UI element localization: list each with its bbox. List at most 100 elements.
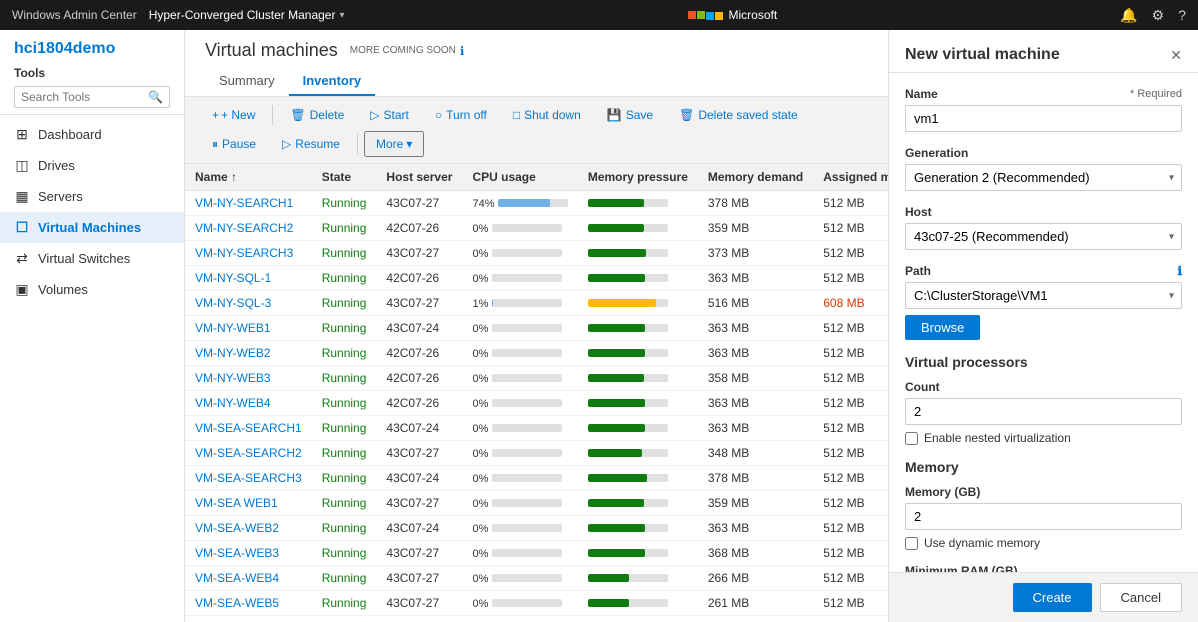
- vm-cpu: 0%: [462, 566, 577, 591]
- save-icon: 💾: [607, 108, 622, 122]
- vm-name-link[interactable]: VM-SEA-WEB5: [195, 596, 279, 610]
- sidebar-item-virtual-switches[interactable]: ⇄ Virtual Switches: [0, 243, 184, 274]
- col-mem-demand: Memory demand: [698, 164, 813, 191]
- vm-memory-pressure: [578, 216, 698, 241]
- save-button[interactable]: 💾 Save: [596, 103, 664, 127]
- vm-name-link[interactable]: VM-SEA-WEB3: [195, 546, 279, 560]
- vm-name-link[interactable]: VM-NY-WEB1: [195, 321, 271, 335]
- vm-name-link[interactable]: VM-NY-SQL-1: [195, 271, 271, 285]
- sidebar-item-virtual-machines[interactable]: ☐ Virtual Machines: [0, 212, 184, 243]
- vp-section-title: Virtual processors: [905, 354, 1182, 370]
- start-button[interactable]: ▷ Start: [359, 103, 420, 127]
- pause-button[interactable]: ⏸ Pause: [201, 132, 267, 157]
- new-vm-panel: New virtual machine ✕ Name * Required Ge…: [888, 30, 1198, 622]
- sidebar-item-dashboard[interactable]: ⊞ Dashboard: [0, 119, 184, 150]
- vm-name-link[interactable]: VM-NY-SQL-3: [195, 296, 271, 310]
- vm-memory-demand: 359 MB: [698, 216, 813, 241]
- sidebar-item-label: Virtual Switches: [38, 251, 130, 266]
- table-row: vm-test-1Stopped43C07-27---: [185, 616, 888, 622]
- table-row: VM-SEA WEB1Running43C07-270% 359 MB512 M…: [185, 491, 888, 516]
- count-label: Count: [905, 380, 1182, 394]
- vm-cpu: 0%: [462, 516, 577, 541]
- col-mem-pressure: Memory pressure: [578, 164, 698, 191]
- sidebar-item-drives[interactable]: ◫ Drives: [0, 150, 184, 181]
- panel-body: Name * Required Generation Generation 2 …: [889, 73, 1198, 572]
- vm-name-link[interactable]: VM-SEA-SEARCH2: [195, 446, 302, 460]
- vm-assigned-memory: 512 MB: [813, 266, 888, 291]
- settings-icon[interactable]: ⚙: [1152, 7, 1165, 24]
- create-button[interactable]: Create: [1013, 583, 1092, 612]
- vm-assigned-memory: 512 MB: [813, 466, 888, 491]
- col-name[interactable]: Name ↑: [185, 164, 312, 191]
- vm-memory-pressure: [578, 316, 698, 341]
- search-icon[interactable]: 🔍: [148, 90, 163, 104]
- memory-input[interactable]: [905, 503, 1182, 530]
- vm-name-link[interactable]: VM-NY-WEB3: [195, 371, 271, 385]
- tab-summary[interactable]: Summary: [205, 67, 289, 96]
- vm-name-link[interactable]: VM-NY-SEARCH2: [195, 221, 293, 235]
- generation-select[interactable]: Generation 2 (Recommended) Generation 1: [905, 164, 1182, 191]
- tab-inventory[interactable]: Inventory: [289, 67, 376, 96]
- delete-saved-button[interactable]: 🗑 Delete saved state: [668, 103, 809, 127]
- vm-name-link[interactable]: VM-SEA WEB1: [195, 496, 278, 510]
- col-assigned-mem: Assigned me...: [813, 164, 888, 191]
- vm-name-link[interactable]: VM-NY-SEARCH1: [195, 196, 293, 210]
- vm-assigned-memory: 512 MB: [813, 416, 888, 441]
- page-header: Virtual machines MORE COMING SOON ℹ Summ…: [185, 30, 888, 97]
- vm-memory-pressure: [578, 466, 698, 491]
- help-icon[interactable]: ?: [1178, 7, 1186, 23]
- delete-saved-icon: 🗑: [679, 108, 694, 122]
- search-box[interactable]: 🔍: [14, 86, 170, 108]
- panel-close-icon[interactable]: ✕: [1170, 47, 1182, 64]
- shutdown-button[interactable]: □ Shut down: [502, 103, 592, 127]
- vm-name-link[interactable]: VM-SEA-WEB2: [195, 521, 279, 535]
- vm-memory-demand: 363 MB: [698, 316, 813, 341]
- cancel-button[interactable]: Cancel: [1100, 583, 1182, 612]
- vm-name-link[interactable]: VM-NY-WEB2: [195, 346, 271, 360]
- name-input[interactable]: [905, 105, 1182, 132]
- vm-memory-demand: 363 MB: [698, 341, 813, 366]
- vm-assigned-memory: 512 MB: [813, 541, 888, 566]
- resume-button[interactable]: ▷ Resume: [271, 132, 351, 156]
- vm-name-link[interactable]: VM-SEA-WEB4: [195, 571, 279, 585]
- memory-gb-field-group: Memory (GB) Use dynamic memory: [905, 485, 1182, 550]
- vm-cpu: 0%: [462, 266, 577, 291]
- vm-name-link[interactable]: VM-NY-WEB4: [195, 396, 271, 410]
- vm-memory-pressure: [578, 591, 698, 616]
- dynamic-mem-checkbox[interactable]: [905, 537, 918, 550]
- vm-state: Running: [312, 291, 377, 316]
- vm-name-link[interactable]: VM-SEA-SEARCH1: [195, 421, 302, 435]
- new-button[interactable]: + + New: [201, 103, 266, 127]
- count-input[interactable]: [905, 398, 1182, 425]
- tools-label: Tools: [14, 66, 170, 80]
- sidebar-item-volumes[interactable]: ▣ Volumes: [0, 274, 184, 305]
- nested-virt-checkbox[interactable]: [905, 432, 918, 445]
- name-field-group: Name * Required: [905, 87, 1182, 132]
- vm-memory-demand: 363 MB: [698, 266, 813, 291]
- browse-button[interactable]: Browse: [905, 315, 980, 340]
- vm-name-link[interactable]: VM-NY-SEARCH3: [195, 246, 293, 260]
- vm-host: 43C07-27: [376, 591, 462, 616]
- toolbar: + + New 🗑 Delete ▷ Start ○ Turn off □ Sh…: [185, 97, 888, 164]
- search-input[interactable]: [21, 90, 148, 104]
- vm-cpu: 0%: [462, 216, 577, 241]
- table-row: VM-NY-WEB3Running42C07-260% 358 MB512 MB: [185, 366, 888, 391]
- cluster-manager-label[interactable]: Hyper-Converged Cluster Manager ▾: [149, 8, 345, 22]
- vm-assigned-memory: 512 MB: [813, 341, 888, 366]
- delete-icon: 🗑: [290, 108, 305, 122]
- delete-button[interactable]: 🗑 Delete: [279, 103, 355, 127]
- coming-soon-info-icon[interactable]: ℹ: [460, 44, 465, 58]
- app-name: hci1804demo: [14, 40, 170, 58]
- vm-cpu: -: [462, 616, 577, 622]
- path-select[interactable]: C:\ClusterStorage\VM1: [905, 282, 1182, 309]
- bell-icon[interactable]: 🔔: [1120, 7, 1137, 24]
- more-button[interactable]: More ▾: [364, 131, 424, 157]
- host-select[interactable]: 43c07-25 (Recommended) 43c07-24 43c07-26…: [905, 223, 1182, 250]
- vm-table-container[interactable]: Name ↑ State Host server CPU usage Memor…: [185, 164, 888, 622]
- turnoff-button[interactable]: ○ Turn off: [424, 103, 498, 127]
- sidebar-item-servers[interactable]: ▦ Servers: [0, 181, 184, 212]
- vm-name-link[interactable]: VM-SEA-SEARCH3: [195, 471, 302, 485]
- path-info-icon[interactable]: ℹ: [1177, 264, 1182, 278]
- microsoft-text: Microsoft: [729, 8, 778, 22]
- vm-assigned-memory: 512 MB: [813, 441, 888, 466]
